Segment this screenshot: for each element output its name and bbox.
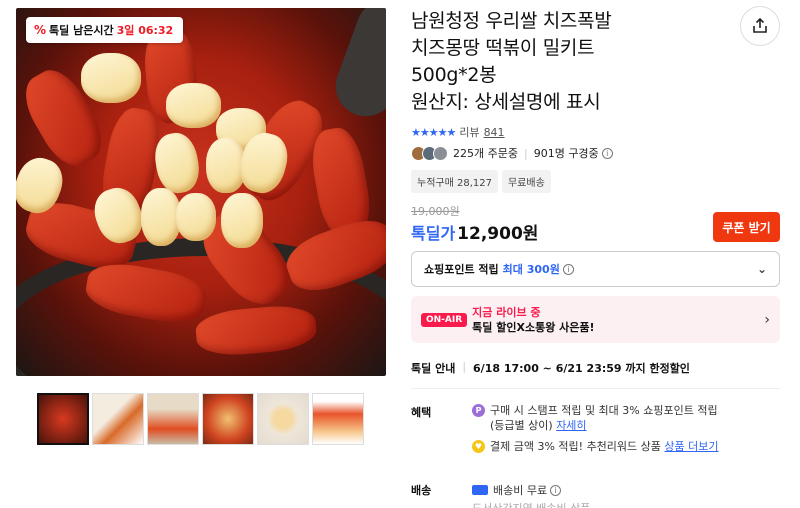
section-divider — [411, 388, 780, 389]
live-status: 지금 라이브 중 — [472, 305, 541, 319]
thumbnail-1[interactable] — [37, 393, 89, 445]
tag-list: 누적구매 28,127 무료배송 — [411, 170, 551, 193]
divider: | — [462, 360, 467, 373]
sale-price-row: 톡딜가 12,900원 — [411, 219, 538, 244]
shipping-label: 배송 — [411, 484, 432, 497]
thumbnail-4[interactable] — [202, 393, 254, 445]
chevron-right-icon: › — [764, 311, 770, 328]
review-label: 리뷰 — [459, 126, 480, 139]
discount-percent-icon: % — [34, 23, 47, 37]
pan-handle — [327, 8, 386, 125]
shipping-fee: 배송비 무료 — [493, 484, 548, 497]
live-promo: 톡딜 할인X소통왕 사은품! — [472, 320, 595, 334]
points-dropdown[interactable]: 쇼핑포인트 적립 최대 300원 i ⌄ — [411, 251, 780, 287]
sale-label: 톡딜가 — [411, 224, 456, 243]
benefit-text: 구매 시 스탬프 적립 및 최대 3% 쇼핑포인트 적립 — [490, 404, 718, 417]
reward-text: 결제 금액 3% 적립! 추천리워드 상품 — [490, 440, 661, 453]
review-count-link[interactable]: 841 — [484, 126, 505, 139]
on-air-badge: ON-AIR — [421, 312, 468, 327]
info-icon[interactable]: i — [562, 263, 574, 275]
deal-info-row: 톡딜 안내 | 6/18 17:00 ~ 6/21 23:59 까지 한정할인 — [411, 360, 690, 376]
title-line: 치즈몽땅 떡볶이 밀키트 — [411, 37, 595, 59]
tag-cumulative-purchase: 누적구매 28,127 — [411, 170, 498, 193]
original-price: 19,000원 — [411, 205, 460, 218]
product-title: 남원청정 우리쌀 치즈폭발 치즈몽땅 떡볶이 밀키트 500g*2봉 원산지: … — [411, 8, 731, 116]
details-link[interactable]: 자세히 — [556, 419, 586, 432]
buyer-avatars — [411, 145, 448, 161]
deal-label: 톡딜 안내 — [411, 362, 456, 375]
timer-label: 톡딜 남은시간 — [49, 24, 114, 37]
title-line: 500g*2봉 — [411, 64, 497, 86]
share-button[interactable] — [740, 6, 780, 46]
rating-row: ★★★★★ 리뷰 841 — [411, 124, 505, 140]
info-icon[interactable]: i — [601, 147, 613, 159]
deal-period: 6/18 17:00 ~ 6/21 23:59 까지 한정할인 — [473, 362, 690, 375]
title-line: 원산지: 상세설명에 표시 — [411, 91, 601, 113]
thumbnail-3[interactable] — [147, 393, 199, 445]
coupon-button[interactable]: 쿠폰 받기 — [713, 212, 780, 242]
thumbnail-6[interactable] — [312, 393, 364, 445]
benefit-item-points: P 구매 시 스탬프 적립 및 최대 3% 쇼핑포인트 적립 (등급별 상이) … — [472, 403, 718, 433]
tag-free-shipping: 무료배송 — [501, 170, 551, 193]
chevron-down-icon: ⌄ — [756, 262, 767, 276]
benefit-item-reward: ♥ 결제 금액 3% 적립! 추천리워드 상품 상품 더보기 — [472, 439, 719, 454]
point-icon: P — [472, 404, 485, 417]
live-text: 지금 라이브 중 톡딜 할인X소통왕 사은품! — [472, 305, 594, 335]
points-max: 최대 300원 — [502, 263, 560, 276]
thumbnail-2[interactable] — [92, 393, 144, 445]
deal-timer-badge: % 톡딜 남은시간 3일 06:32 — [26, 17, 184, 43]
benefit-subtext: (등급별 상이) — [490, 419, 553, 432]
more-products-link[interactable]: 상품 더보기 — [664, 439, 718, 454]
star-rating-icon: ★★★★★ — [411, 125, 456, 139]
activity-stats: 225개 주문중 | 901명 구경중 i — [411, 145, 613, 161]
title-line: 남원청정 우리쌀 치즈폭발 — [411, 10, 612, 32]
truck-icon — [472, 485, 488, 495]
shipping-subtext: 도서산간지역 배송비 상품 — [472, 500, 590, 508]
avatar — [433, 145, 448, 161]
sale-price: 12,900원 — [457, 224, 539, 244]
share-icon — [753, 17, 767, 33]
divider: | — [523, 146, 528, 160]
product-info: 남원청정 우리쌀 치즈폭발 치즈몽땅 떡볶이 밀키트 500g*2봉 원산지: … — [411, 8, 781, 116]
info-icon[interactable]: i — [550, 484, 562, 496]
shipping-info: 배송비 무료 i — [472, 482, 562, 498]
thumbnail-strip — [37, 393, 364, 445]
timer-remaining: 3일 06:32 — [116, 24, 174, 37]
viewers-count: 901명 구경중 — [533, 147, 599, 160]
reward-icon: ♥ — [472, 440, 485, 453]
live-banner[interactable]: ON-AIR 지금 라이브 중 톡딜 할인X소통왕 사은품! › — [411, 296, 780, 343]
orders-count: 225개 주문중 — [453, 147, 518, 160]
thumbnail-5[interactable] — [257, 393, 309, 445]
product-main-image — [16, 8, 386, 376]
benefit-label: 혜택 — [411, 406, 432, 419]
points-label: 쇼핑포인트 적립 — [424, 263, 499, 276]
